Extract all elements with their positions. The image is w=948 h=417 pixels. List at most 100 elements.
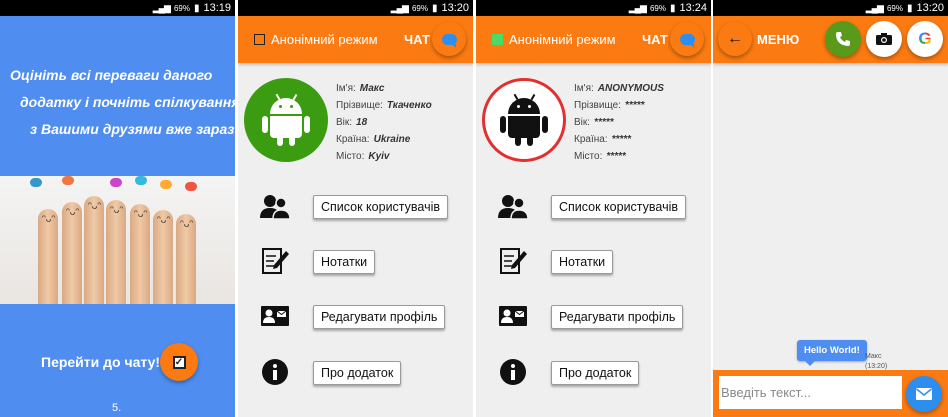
battery-icon: ▮	[193, 2, 200, 14]
profile-field: Країна: *****	[574, 134, 632, 145]
intro-screen: ▂▄▆ 69% ▮ 13:19 Оцініть всі переваги дан…	[0, 0, 235, 417]
top-bar: Анонімний режим ЧАТ	[238, 16, 473, 63]
profile-field: Ім'я: Макс	[336, 83, 385, 94]
signal-icon: ▂▄▆	[865, 2, 884, 13]
profile-field: Вік: 18	[336, 117, 368, 128]
status-bar: ▂▄▆ 69% ▮ 13:19	[0, 0, 235, 16]
profile-card-icon	[261, 306, 289, 326]
battery-percent: 69%	[411, 3, 428, 13]
promo-line: Оцініть всі переваги даного	[10, 67, 213, 83]
battery-icon: ▮	[906, 2, 913, 14]
users-icon	[260, 195, 290, 220]
avatar	[482, 78, 566, 162]
status-bar: ▂▄▆ 69% ▮ 13:20	[238, 0, 473, 16]
fingers-photo: ᵔᴗᵔ ᵔᴗᵔ ᵔᴗᵔ ᵔᴗᵔ ᵔᴗᵔ ᵔᴗᵔ ᵔᴗᵔ	[0, 176, 235, 304]
anon-mode-toggle[interactable]: Анонімний режим	[492, 32, 616, 47]
envelope-icon	[916, 388, 932, 400]
notes-icon	[262, 248, 289, 274]
profile-field: Вік: *****	[574, 117, 614, 128]
anon-profile-screen: ▂▄▆ 69% ▮ 13:24 Анонімний режим ЧАТ Ім'я…	[476, 0, 711, 417]
menu-item-edit-profile: Редагувати профіль	[238, 296, 473, 336]
battery-percent: 69%	[886, 3, 903, 13]
anon-mode-checkbox[interactable]	[254, 34, 265, 45]
anon-mode-toggle[interactable]: Анонімний режим	[254, 32, 378, 47]
menu-label[interactable]: МЕНЮ	[757, 32, 799, 47]
profile-card-icon	[499, 306, 527, 326]
promo-text: Оцініть всі переваги даного додатку і по…	[0, 62, 235, 143]
avatar	[244, 78, 328, 162]
google-button[interactable]: G	[907, 21, 943, 57]
sender-name: Макс	[865, 353, 882, 360]
menu-item-edit-profile: Редагувати профіль	[476, 296, 711, 336]
chat-button[interactable]	[670, 22, 704, 56]
go-to-chat-label: Перейти до чату!	[41, 354, 161, 370]
checkbox-icon: ✓	[172, 355, 186, 369]
profile-field: Ім'я: ANONYMOUS	[574, 83, 664, 94]
chat-bubble-icon	[441, 33, 457, 48]
signal-icon: ▂▄▆	[390, 2, 409, 13]
notes-button[interactable]: Нотатки	[551, 250, 614, 274]
profile-screen: ▂▄▆ 69% ▮ 13:20 Анонімний режим ЧАТ Ім'я…	[238, 0, 473, 417]
profile-field: Місто: Kyiv	[336, 151, 390, 162]
top-bar: Анонімний режим ЧАТ	[476, 16, 711, 63]
menu-item-users: Список користувачів	[476, 186, 711, 226]
chat-label: ЧАТ	[642, 32, 668, 47]
go-to-chat-button[interactable]: ✓	[160, 343, 198, 381]
battery-percent: 69%	[649, 3, 666, 13]
about-button[interactable]: Про додаток	[313, 361, 402, 385]
chat-label: ЧАТ	[404, 32, 430, 47]
users-icon	[498, 195, 528, 220]
message-meta: Макс (13:20)	[865, 352, 887, 372]
users-list-button[interactable]: Список користувачів	[551, 195, 687, 219]
android-icon	[262, 94, 310, 146]
chat-bubble-icon	[679, 33, 695, 48]
anon-mode-label: Анонімний режим	[271, 32, 378, 47]
page-number: 5.	[112, 402, 122, 414]
profile-info: Ім'я: Макс Прізвище: Ткаченко Вік: 18 Країн…	[336, 80, 432, 165]
signal-icon: ▂▄▆	[152, 2, 171, 13]
chat-button[interactable]	[432, 22, 466, 56]
clock: 13:24	[679, 2, 707, 14]
profile-field: Прізвище: *****	[574, 100, 645, 111]
notes-button[interactable]: Нотатки	[313, 250, 376, 274]
edit-profile-button[interactable]: Редагувати профіль	[313, 305, 446, 329]
status-bar: ▂▄▆ 69% ▮ 13:20	[713, 0, 948, 16]
anon-mode-checkbox[interactable]	[492, 34, 503, 45]
info-icon	[500, 359, 526, 385]
menu-item-users: Список користувачів	[238, 186, 473, 226]
profile-field: Країна: Ukraine	[336, 134, 411, 145]
camera-button[interactable]	[866, 21, 902, 57]
notes-icon	[500, 248, 527, 274]
menu-item-notes: Нотатки	[238, 241, 473, 281]
back-button[interactable]: ←	[718, 22, 752, 56]
clock: 13:20	[441, 2, 469, 14]
clock: 13:20	[916, 2, 944, 14]
call-button[interactable]	[825, 21, 861, 57]
users-list-button[interactable]: Список користувачів	[313, 195, 449, 219]
battery-icon: ▮	[431, 2, 438, 14]
battery-percent: 69%	[173, 3, 190, 13]
chat-screen: ▂▄▆ 69% ▮ 13:20 ← МЕНЮ G Hello World! Ма…	[713, 0, 948, 417]
camera-icon	[876, 33, 892, 45]
signal-icon: ▂▄▆	[628, 2, 647, 13]
edit-profile-button[interactable]: Редагувати профіль	[551, 305, 684, 329]
profile-field: Прізвище: Ткаченко	[336, 100, 432, 111]
message-input[interactable]	[719, 376, 902, 409]
top-bar: ← МЕНЮ G	[713, 16, 948, 63]
send-button[interactable]	[906, 376, 942, 412]
screenshot-strip: ▂▄▆ 69% ▮ 13:19 Оцініть всі переваги дан…	[0, 0, 948, 417]
about-button[interactable]: Про додаток	[551, 361, 640, 385]
info-icon	[262, 359, 288, 385]
profile-field: Місто: *****	[574, 151, 626, 162]
google-icon: G	[918, 29, 932, 48]
menu-item-about: Про додаток	[238, 352, 473, 392]
phone-icon	[836, 32, 850, 46]
anon-mode-label: Анонімний режим	[509, 32, 616, 47]
battery-icon: ▮	[669, 2, 676, 14]
clock: 13:19	[203, 2, 231, 14]
chat-message-bubble: Hello World!	[797, 340, 867, 366]
promo-line: додатку і почніть спілкування	[20, 94, 235, 110]
status-bar: ▂▄▆ 69% ▮ 13:24	[476, 0, 711, 16]
android-icon	[500, 94, 548, 146]
arrow-left-icon: ←	[727, 30, 743, 47]
